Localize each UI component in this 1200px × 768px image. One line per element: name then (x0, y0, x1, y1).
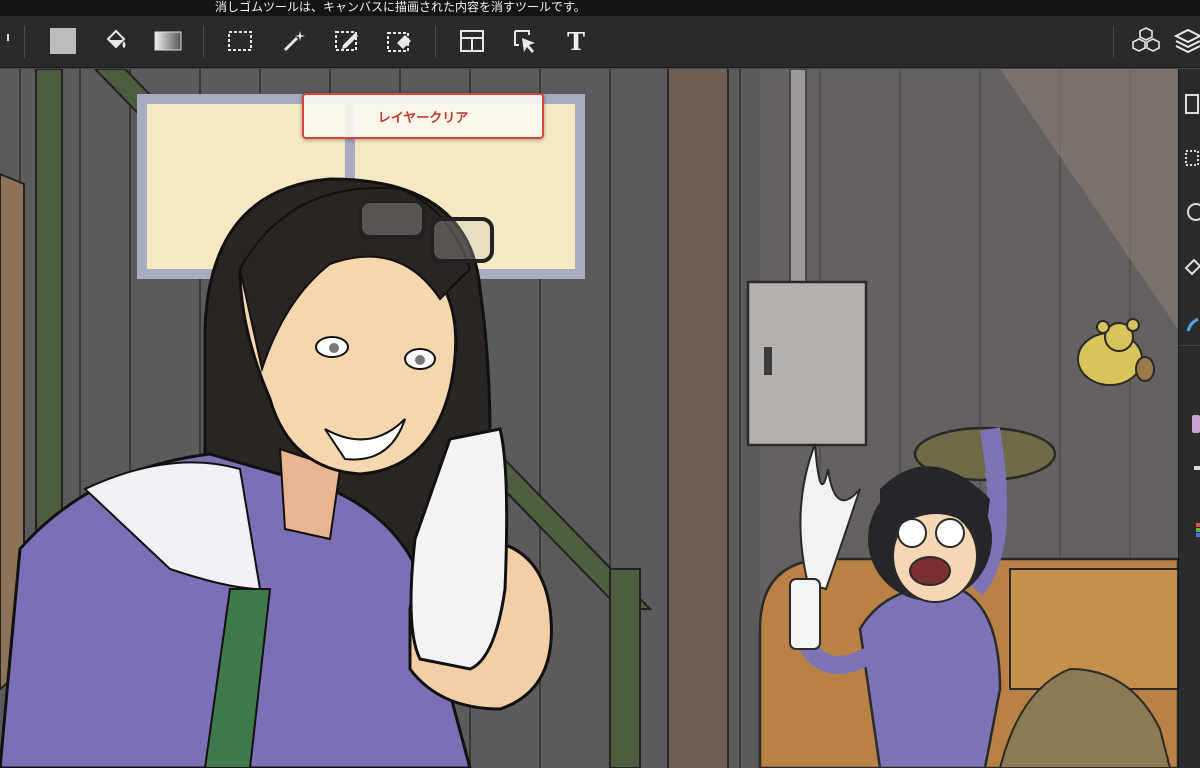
text-icon[interactable]: T (558, 24, 594, 58)
gray-square-icon[interactable] (45, 24, 81, 58)
artwork (0, 69, 1178, 768)
magic-wand-icon[interactable] (276, 24, 312, 58)
panel-rainbow-icon[interactable] (1182, 519, 1200, 541)
right-side-panel (1178, 69, 1200, 768)
selection-pen-icon[interactable] (329, 24, 365, 58)
layer-clear-label: レイヤークリア (377, 110, 469, 126)
layers-icon[interactable] (1173, 24, 1200, 58)
text-tool-label: T (567, 26, 585, 56)
cubes-icon[interactable] (1128, 24, 1164, 58)
panel-brush-icon[interactable] (1182, 313, 1200, 335)
divider (24, 26, 25, 58)
toolbar: T (0, 16, 1200, 68)
divider (1179, 345, 1200, 346)
layer-clear-button[interactable]: レイヤークリア (302, 93, 544, 139)
panel-minus-icon[interactable] (1182, 457, 1200, 479)
paint-bucket-icon[interactable] (98, 24, 134, 58)
panel-selection-icon[interactable] (1182, 147, 1200, 169)
back-arrow-icon[interactable] (0, 24, 22, 58)
divider (1113, 26, 1114, 58)
drawing-canvas[interactable] (0, 69, 1178, 768)
panel-eraser-icon[interactable] (1182, 257, 1200, 279)
panel-circle-icon[interactable] (1182, 201, 1200, 223)
dashed-rect-icon[interactable] (222, 24, 258, 58)
tooltip-text: 消しゴムツールは、キャンバスに描画された内容を消すツールです。 (215, 0, 586, 14)
divider (435, 26, 436, 58)
selection-eraser-icon[interactable] (381, 24, 417, 58)
app-window: 消しゴムツールは、キャンバスに描画された内容を消すツールです。 T レイヤークリ… (0, 0, 1200, 768)
arrow-select-icon[interactable] (507, 24, 543, 58)
panel-document-icon[interactable] (1182, 93, 1200, 115)
color-chip-icon[interactable] (1182, 413, 1200, 435)
tool-tooltip: 消しゴムツールは、キャンバスに描画された内容を消すツールです。 (0, 0, 1200, 16)
divider (203, 26, 204, 58)
gradient-rect-icon[interactable] (150, 24, 186, 58)
frame-layout-icon[interactable] (454, 24, 490, 58)
